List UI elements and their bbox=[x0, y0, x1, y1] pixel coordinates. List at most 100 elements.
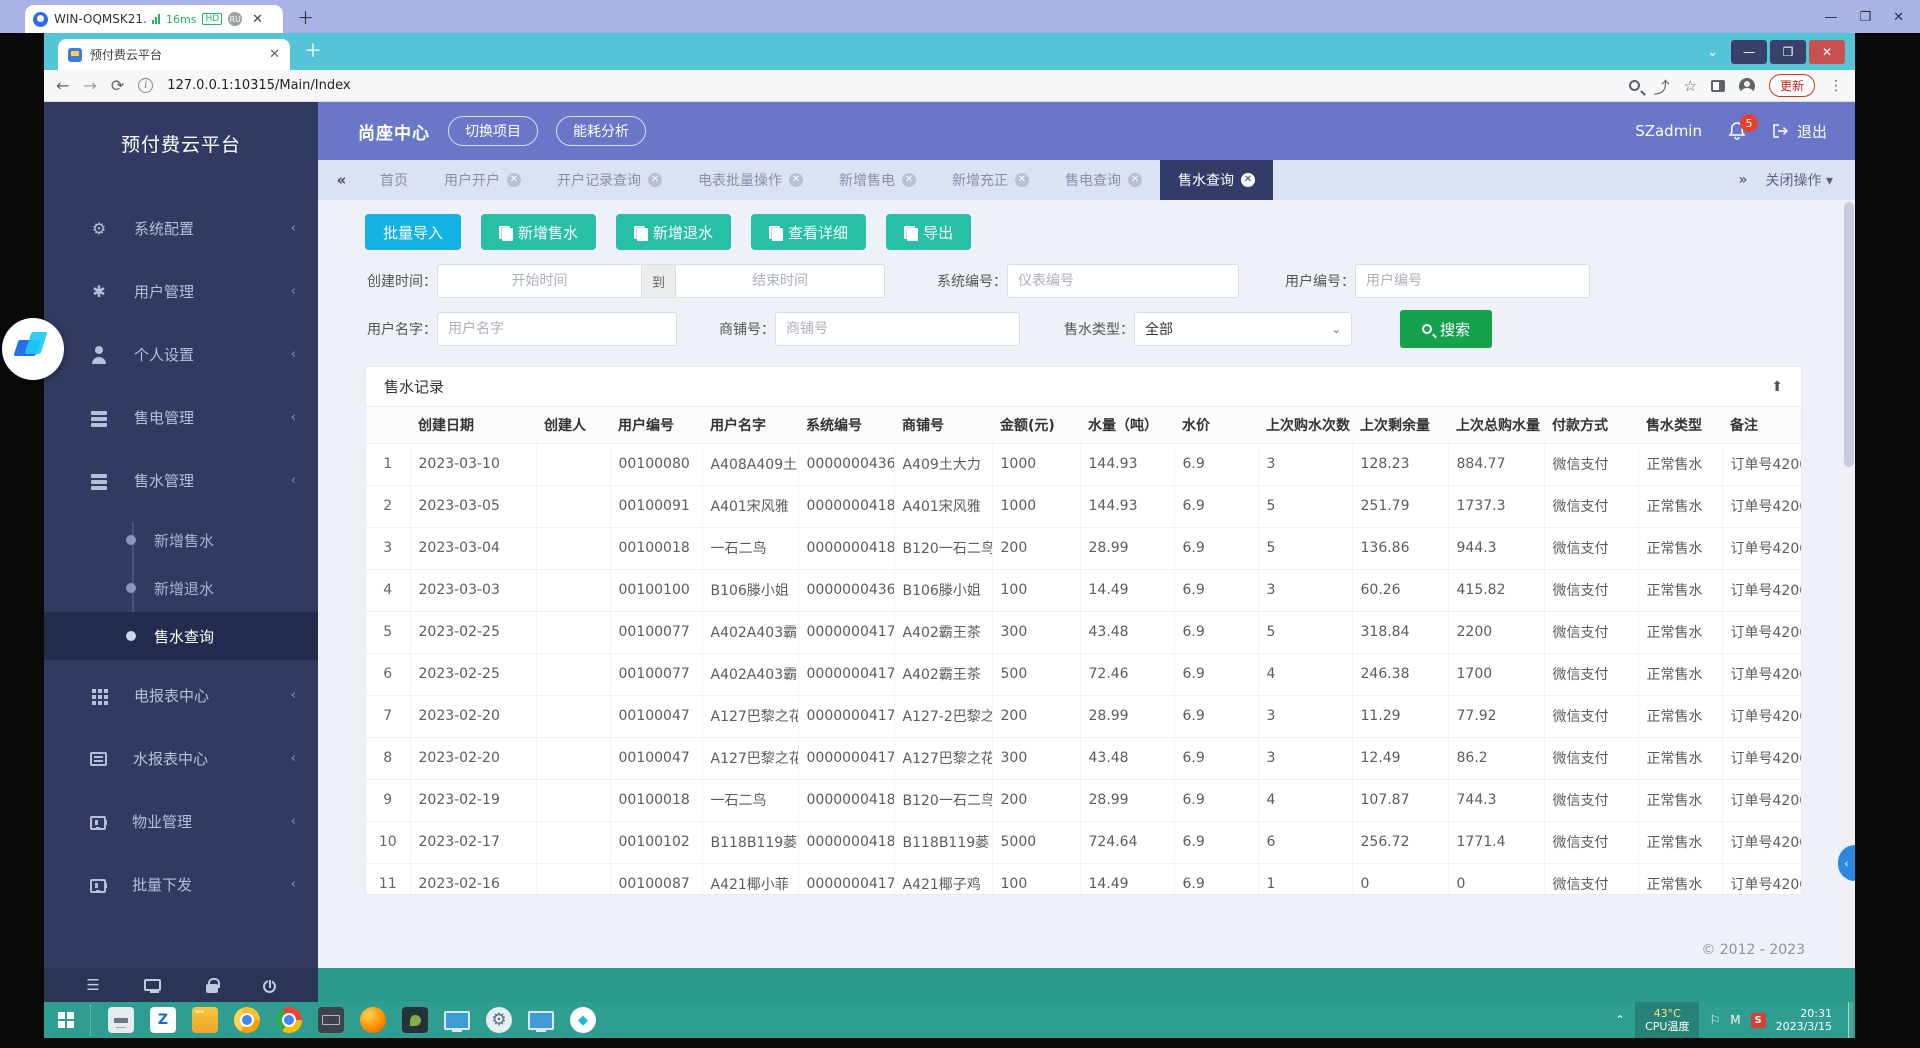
settings-icon[interactable] bbox=[486, 1007, 512, 1033]
page-tab-8[interactable]: 售水查询✕ bbox=[1160, 160, 1273, 200]
action-button-5[interactable]: 导出 bbox=[886, 214, 971, 250]
folder-icon[interactable] bbox=[192, 1007, 218, 1033]
taskbar-clock[interactable]: 20:31 2023/3/15 bbox=[1776, 1007, 1838, 1033]
tab-close-icon[interactable]: ✕ bbox=[1128, 173, 1142, 187]
sogou-icon[interactable] bbox=[150, 1007, 176, 1033]
browser-menu-icon[interactable]: ⋮ bbox=[1829, 78, 1843, 94]
flag-icon[interactable]: ⚐ bbox=[1709, 1013, 1720, 1027]
back-icon[interactable]: ← bbox=[56, 76, 69, 95]
display-icon[interactable] bbox=[528, 1007, 554, 1033]
power-icon[interactable] bbox=[263, 980, 276, 993]
keyboard-icon[interactable] bbox=[318, 1007, 344, 1033]
table-row[interactable]: 22023-03-0500100091A401宋风雅0000000418A401… bbox=[366, 485, 1801, 527]
client-minimize-button[interactable]: — bbox=[1824, 10, 1837, 25]
table-row[interactable]: 72023-02-2000100047A127巴黎之花0000000417A12… bbox=[366, 695, 1801, 737]
sidebar-item-5[interactable]: 售水管理‹ bbox=[44, 449, 318, 512]
monitor-icon[interactable] bbox=[144, 979, 161, 991]
sidebar-item-6[interactable]: 电报表中心‹ bbox=[44, 664, 318, 727]
page-tab-2[interactable]: 用户开户✕ bbox=[426, 160, 539, 200]
chrome-canary-icon[interactable] bbox=[234, 1007, 260, 1033]
update-button[interactable]: 更新 bbox=[1769, 74, 1815, 97]
action-button-2[interactable]: 新增售水 bbox=[481, 214, 596, 250]
tab-close-icon[interactable]: ✕ bbox=[902, 173, 916, 187]
table-row[interactable]: 82023-02-2000100047A127巴黎之花0000000417A12… bbox=[366, 737, 1801, 779]
tab-close-icon[interactable]: ✕ bbox=[507, 173, 521, 187]
action-button-1[interactable]: 批量导入 bbox=[365, 214, 461, 250]
collapse-icon[interactable]: ⬆ bbox=[1771, 379, 1783, 395]
page-tab-6[interactable]: 新增充正✕ bbox=[934, 160, 1047, 200]
remote-session-tab[interactable]: WIN-OQMSK21... 16ms HD RU ✕ bbox=[25, 5, 283, 33]
table-row[interactable]: 52023-02-2500100077A402A403霸王茶0000000417… bbox=[366, 611, 1801, 653]
wallpaper-icon[interactable] bbox=[402, 1007, 428, 1033]
scrollbar-thumb[interactable] bbox=[1844, 202, 1854, 467]
table-row[interactable]: 12023-03-1000100080A408A409土大力0000000436… bbox=[366, 443, 1801, 485]
search-button[interactable]: 搜索 bbox=[1400, 310, 1492, 348]
client-restore-button[interactable]: ❐ bbox=[1859, 10, 1871, 25]
page-tab-5[interactable]: 新增售电✕ bbox=[821, 160, 934, 200]
energy-analysis-button[interactable]: 能耗分析 bbox=[556, 116, 646, 146]
menu-icon[interactable]: ☰ bbox=[86, 976, 99, 994]
table-row[interactable]: 112023-02-1600100087A421椰小菲0000000417A42… bbox=[366, 863, 1801, 894]
sidebar-item-9[interactable]: 批量下发‹ bbox=[44, 853, 318, 916]
page-tab-1[interactable]: 首页 bbox=[362, 160, 426, 200]
sidebar-item-3[interactable]: 个人设置‹ bbox=[44, 323, 318, 386]
sidebar-subitem[interactable]: 新增售水 bbox=[44, 516, 318, 564]
sidebar-subitem[interactable]: 售水查询 bbox=[44, 612, 318, 660]
tab-close-icon[interactable]: ✕ bbox=[648, 173, 662, 187]
sidebar-item-4[interactable]: 售电管理‹ bbox=[44, 386, 318, 449]
show-desktop-button[interactable] bbox=[1848, 1002, 1853, 1038]
page-tab-3[interactable]: 开户记录查询✕ bbox=[539, 160, 680, 200]
notification-bell-icon[interactable]: 5 bbox=[1728, 121, 1746, 141]
tab-close-icon[interactable]: ✕ bbox=[1241, 173, 1255, 187]
todesk-icon[interactable] bbox=[570, 1007, 596, 1033]
sidebar-item-2[interactable]: ✱用户管理‹ bbox=[44, 260, 318, 323]
sidebar-item-7[interactable]: 水报表中心‹ bbox=[44, 727, 318, 790]
sidebar-subitem[interactable]: 新增退水 bbox=[44, 564, 318, 612]
firefox-icon[interactable] bbox=[360, 1007, 386, 1033]
ime-icon[interactable]: M bbox=[1730, 1013, 1740, 1027]
zoom-icon[interactable] bbox=[1629, 80, 1640, 91]
user-no-input[interactable] bbox=[1355, 264, 1590, 298]
action-button-3[interactable]: 新增退水 bbox=[616, 214, 731, 250]
sogou-tray-icon[interactable]: S bbox=[1751, 1013, 1766, 1028]
window-restore-button[interactable]: ❐ bbox=[1770, 40, 1806, 64]
sidebar-item-1[interactable]: ⚙系统配置‹ bbox=[44, 197, 318, 260]
close-operations-dropdown[interactable]: 关闭操作 ▾ bbox=[1766, 170, 1833, 190]
tab-close-icon[interactable]: ✕ bbox=[1015, 173, 1029, 187]
start-time-input[interactable] bbox=[437, 264, 642, 298]
address-bar[interactable]: 127.0.0.1:10315/Main/Index bbox=[167, 78, 350, 93]
tab-close-icon[interactable]: ✕ bbox=[789, 173, 803, 187]
share-icon[interactable]: ⤴ bbox=[1654, 74, 1670, 98]
client-close-button[interactable]: ✕ bbox=[1893, 10, 1904, 25]
session-close-icon[interactable]: ✕ bbox=[252, 12, 263, 27]
window-close-button[interactable]: ✕ bbox=[1809, 40, 1845, 64]
chrome-icon[interactable] bbox=[276, 1007, 302, 1033]
reload-icon[interactable]: ⟳ bbox=[111, 76, 124, 95]
page-tab-4[interactable]: 电表批量操作✕ bbox=[680, 160, 821, 200]
chevron-up-icon[interactable]: ⌃ bbox=[1615, 1013, 1625, 1027]
table-row[interactable]: 42023-03-0300100100B106滕小姐0000000436B106… bbox=[366, 569, 1801, 611]
site-info-icon[interactable]: i bbox=[138, 78, 153, 93]
new-session-button[interactable]: ＋ bbox=[297, 4, 314, 29]
tabs-scroll-right-icon[interactable]: » bbox=[1738, 172, 1747, 188]
printer-icon[interactable] bbox=[108, 1007, 134, 1033]
browser-tab[interactable]: 预付费云平台 ✕ bbox=[58, 39, 290, 70]
table-row[interactable]: 62023-02-2500100077A402A403霸王茶0000000417… bbox=[366, 653, 1801, 695]
end-time-input[interactable] bbox=[675, 264, 885, 298]
lock-icon[interactable] bbox=[206, 984, 218, 993]
user-name-input[interactable] bbox=[437, 312, 677, 346]
window-minimize-button[interactable]: — bbox=[1731, 40, 1767, 64]
sale-type-select[interactable]: 全部 ⌄ bbox=[1134, 312, 1352, 346]
table-row[interactable]: 92023-02-1900100018一石二鸟0000000418B120一石二… bbox=[366, 779, 1801, 821]
sidebar-item-8[interactable]: 物业管理‹ bbox=[44, 790, 318, 853]
profile-avatar[interactable] bbox=[1739, 78, 1755, 94]
monitor-icon[interactable] bbox=[444, 1007, 470, 1033]
tabs-scroll-left-icon[interactable]: « bbox=[318, 160, 362, 200]
logout-button[interactable]: 退出 bbox=[1772, 121, 1827, 142]
todesk-floating-ball[interactable] bbox=[2, 318, 64, 380]
tab-search-icon[interactable]: ⌄ bbox=[1707, 45, 1718, 60]
side-panel-icon[interactable] bbox=[1711, 80, 1725, 92]
system-no-input[interactable] bbox=[1007, 264, 1239, 298]
switch-project-button[interactable]: 切换项目 bbox=[448, 116, 538, 146]
table-row[interactable]: 32023-03-0400100018一石二鸟0000000418B120一石二… bbox=[366, 527, 1801, 569]
